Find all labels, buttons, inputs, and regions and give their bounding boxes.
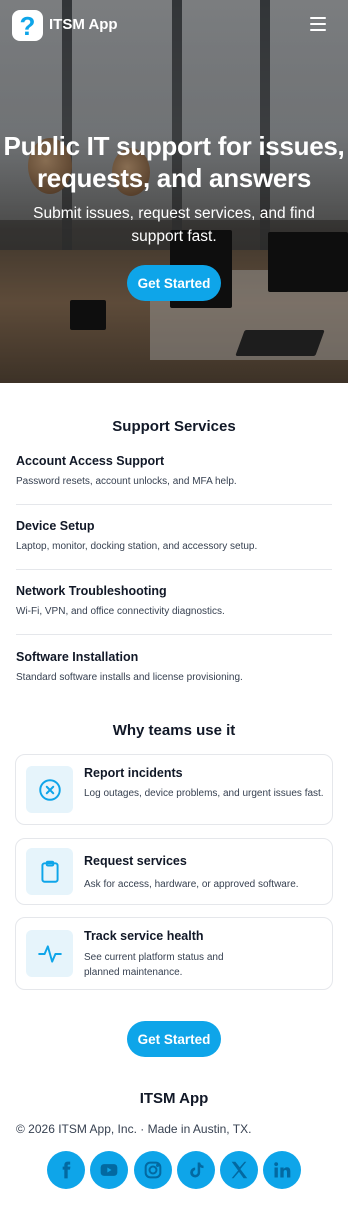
hero-title: Public IT support for issues, requests, …	[0, 130, 348, 194]
card-title: Track service health	[84, 929, 204, 943]
hero-title-line1: Public IT support for issues,	[3, 131, 345, 161]
service-item[interactable]: Account Access Support Password resets, …	[16, 454, 332, 487]
hero-title-line2: requests, and answers	[36, 163, 312, 193]
hamburger-icon[interactable]	[310, 17, 326, 31]
logo-glyph: ?	[19, 10, 36, 41]
top-nav: ? ITSM App	[0, 0, 348, 52]
logo-icon[interactable]: ?	[12, 10, 43, 41]
tiktok-icon[interactable]	[177, 1151, 215, 1189]
service-desc: Standard software installs and license p…	[16, 672, 243, 683]
divider	[16, 634, 332, 635]
activity-icon	[26, 930, 73, 977]
hero-subtitle-line1: Submit issues, request services, and fin…	[33, 205, 315, 222]
copyright: © 2026 ITSM App, Inc. · Made in Austin, …	[16, 1122, 252, 1136]
service-item[interactable]: Software Installation Standard software …	[16, 650, 332, 683]
service-desc: Laptop, monitor, docking station, and ac…	[16, 541, 258, 552]
hero-section: ? ITSM App Public IT support for issues,…	[0, 0, 348, 383]
service-item[interactable]: Device Setup Laptop, monitor, docking st…	[16, 519, 332, 552]
services-title: Support Services	[112, 418, 236, 435]
service-name: Network Troubleshooting	[16, 584, 167, 598]
linkedin-icon[interactable]	[263, 1151, 301, 1189]
card-desc: Log outages, device problems, and urgent…	[84, 788, 324, 799]
card-desc: Ask for access, hardware, or approved so…	[84, 879, 299, 890]
feature-card[interactable]: Report incidents Log outages, device pro…	[15, 754, 333, 825]
hero-subtitle-line2: support fast.	[131, 228, 217, 245]
card-title: Report incidents	[84, 766, 183, 780]
divider	[16, 569, 332, 570]
card-title: Request services	[84, 854, 187, 868]
service-name: Software Installation	[16, 650, 139, 664]
get-started-button[interactable]: Get Started	[127, 265, 221, 301]
footer-brand: ITSM App	[139, 1090, 209, 1107]
youtube-icon[interactable]	[90, 1151, 128, 1189]
card-desc: See current platform status and planned …	[84, 952, 224, 978]
service-name: Device Setup	[16, 519, 95, 533]
feature-card[interactable]: Request services Ask for access, hardwar…	[15, 838, 333, 905]
hero-subtitle: Submit issues, request services, and fin…	[20, 202, 328, 248]
clipboard-icon	[26, 848, 73, 895]
divider	[16, 504, 332, 505]
feature-card[interactable]: Track service health See current platfor…	[15, 917, 333, 990]
instagram-icon[interactable]	[134, 1151, 172, 1189]
facebook-icon[interactable]	[47, 1151, 85, 1189]
x-icon[interactable]	[220, 1151, 258, 1189]
get-started-button[interactable]: Get Started	[127, 1021, 221, 1057]
brand-name[interactable]: ITSM App	[49, 16, 118, 33]
service-desc: Password resets, account unlocks, and MF…	[16, 476, 237, 487]
x-circle-icon	[26, 766, 73, 813]
why-title: Why teams use it	[112, 722, 236, 739]
service-name: Account Access Support	[16, 454, 165, 468]
service-desc: Wi-Fi, VPN, and office connectivity diag…	[16, 606, 225, 617]
service-item[interactable]: Network Troubleshooting Wi-Fi, VPN, and …	[16, 584, 332, 617]
